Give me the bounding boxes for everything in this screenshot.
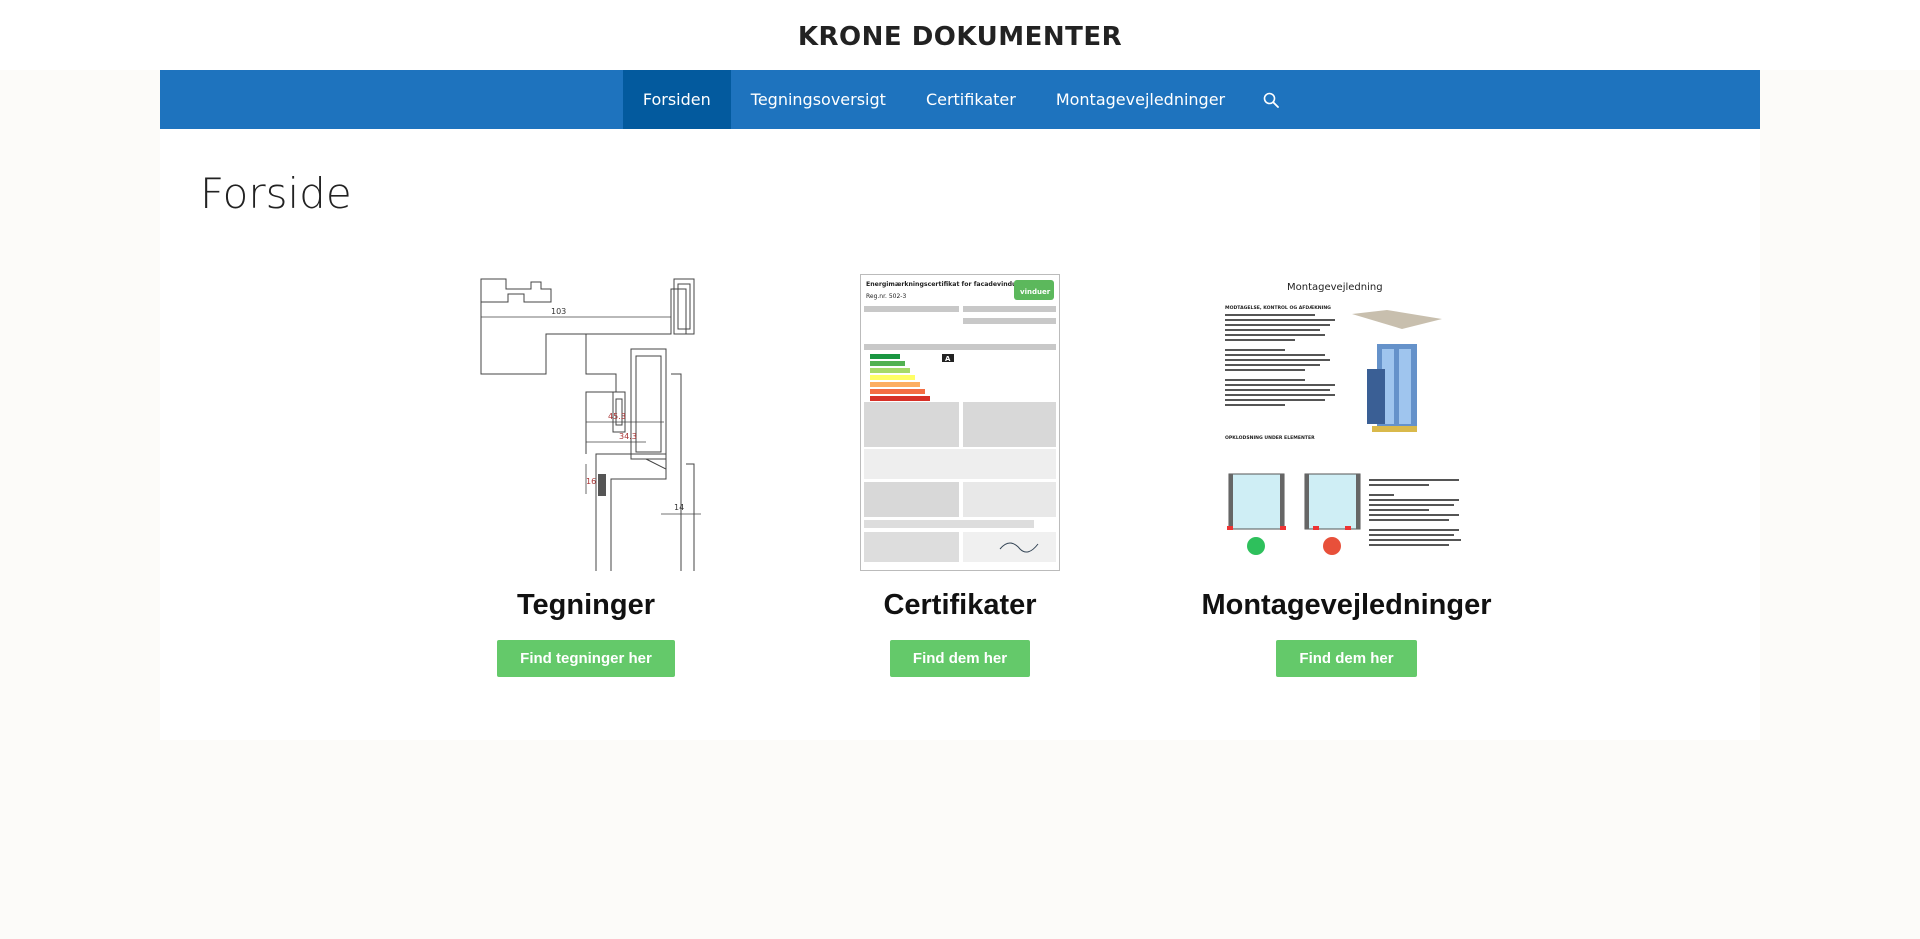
page-title: Forside <box>200 169 352 218</box>
nav-item-tegningsoversigt[interactable]: Tegningsoversigt <box>731 70 906 129</box>
find-certificates-button[interactable]: Find dem her <box>889 640 1031 677</box>
site-header: KRONE DOKUMENTER <box>0 0 1920 70</box>
window-profile-drawing: 103 45.3 34.3 16 14 <box>480 278 701 571</box>
certificate-image[interactable]: Energimærkningscertifikat for facadevind… <box>810 274 1110 571</box>
cert-title: Energimærkningscertifikat for facadevind… <box>866 281 1025 288</box>
main-content: Forside 103 45.3 34.3 16 14 Tegninger Fi… <box>160 129 1760 740</box>
installation-guide-document: Montagevejledning MODTAGELSE, KONTROL OG… <box>1216 274 1477 571</box>
card-tegninger: 103 45.3 34.3 16 14 Tegninger Find tegni… <box>421 274 751 677</box>
drawing-dim-34: 34.3 <box>619 432 637 441</box>
search-button[interactable] <box>1245 70 1297 129</box>
find-drawings-button[interactable]: Find tegninger her <box>497 640 675 677</box>
technical-drawing-image[interactable]: 103 45.3 34.3 16 14 <box>436 274 736 571</box>
drawing-dim-45: 45.3 <box>608 412 626 421</box>
nav-item-certifikater[interactable]: Certifikater <box>906 70 1036 129</box>
site-title[interactable]: KRONE DOKUMENTER <box>798 22 1122 52</box>
card-certifikater: Energimærkningscertifikat for facadevind… <box>795 274 1125 677</box>
card-heading-montagevejledninger: Montagevejledninger <box>1201 589 1492 621</box>
drawing-dim-14: 14 <box>674 503 684 512</box>
guide-section2: OPKLODSNING UNDER ELEMENTER <box>1225 435 1315 441</box>
card-montagevejledninger: Montagevejledning MODTAGELSE, KONTROL OG… <box>1169 274 1524 677</box>
nav-wrapper: Forsiden Tegningsoversigt Certifikater M… <box>160 70 1760 129</box>
card-heading-certifikater: Certifikater <box>883 589 1037 621</box>
nav-item-montagevejledninger[interactable]: Montagevejledninger <box>1036 70 1245 129</box>
cert-badge: vinduer <box>1020 288 1051 296</box>
main-navigation: Forsiden Tegningsoversigt Certifikater M… <box>160 70 1760 129</box>
cert-rating: A <box>945 355 951 363</box>
find-guides-button[interactable]: Find dem her <box>1276 640 1417 677</box>
search-icon <box>1263 92 1280 108</box>
guide-title: Montagevejledning <box>1287 282 1383 293</box>
drawing-dim-16: 16 <box>586 477 596 486</box>
nav-item-forsiden[interactable]: Forsiden <box>622 70 731 129</box>
installation-guide-image[interactable]: Montagevejledning MODTAGELSE, KONTROL OG… <box>1216 274 1477 571</box>
guide-section1: MODTAGELSE, KONTROL OG AFDÆKNING <box>1225 305 1331 311</box>
cert-reg: Reg.nr. 502-3 <box>866 293 906 300</box>
card-heading-tegninger: Tegninger <box>516 589 656 621</box>
certificate-document: Energimærkningscertifikat for facadevind… <box>860 274 1060 571</box>
drawing-dim-103: 103 <box>551 307 566 316</box>
